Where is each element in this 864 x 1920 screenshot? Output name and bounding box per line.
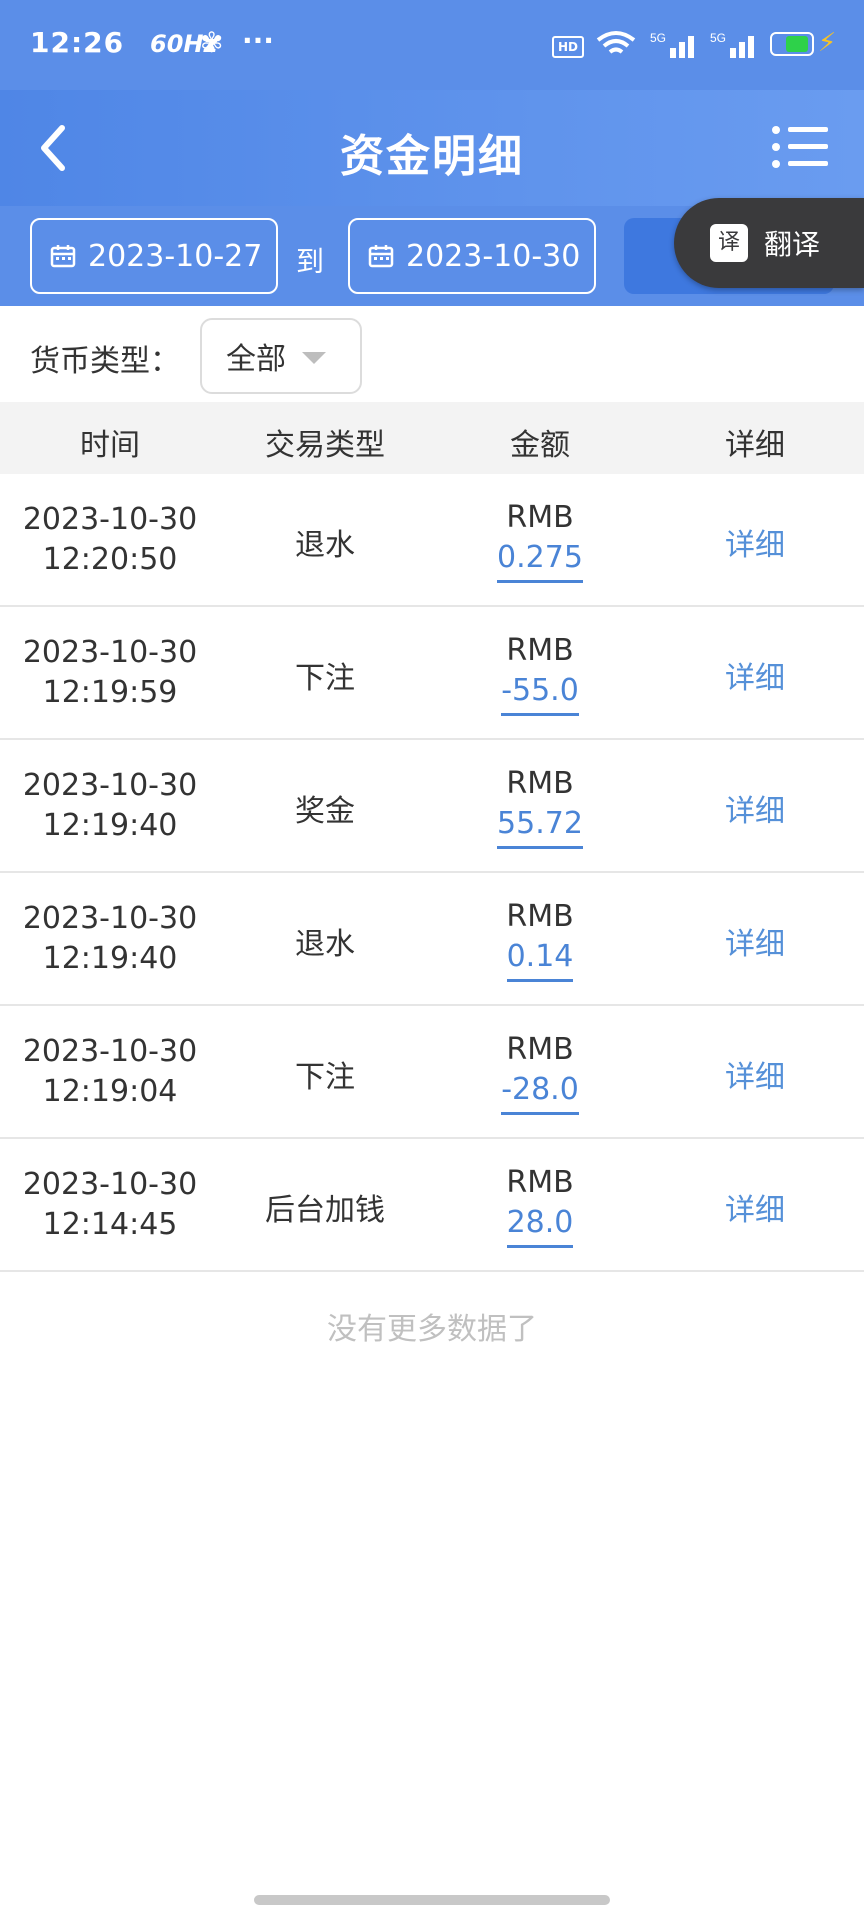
end-date-picker[interactable]: 2023-10-30 (348, 218, 596, 294)
row-currency: RMB (506, 899, 574, 934)
row-time-text: 12:19:40 (42, 941, 178, 976)
table-row: 2023-10-30 12:19:40 奖金 RMB 55.72 详细 (0, 740, 864, 873)
row-amount-value[interactable]: -55.0 (501, 671, 579, 716)
date-separator: 到 (296, 245, 325, 278)
row-amount-value[interactable]: 55.72 (497, 804, 583, 849)
transaction-list: 2023-10-30 12:20:50 退水 RMB 0.275 详细 2023… (0, 474, 864, 1272)
caret-down-icon (302, 352, 326, 364)
row-amount-value[interactable]: 0.14 (506, 937, 574, 982)
header-detail: 详细 (725, 428, 785, 463)
row-amount: RMB 55.72 (440, 764, 640, 849)
row-date-text: 2023-10-30 (22, 635, 198, 670)
end-date-text: 2023-10-30 (406, 238, 581, 274)
status-time: 12:26 (30, 26, 125, 59)
no-more-data-text: 没有更多数据了 (327, 1312, 537, 1347)
more-notifications-icon: ··· (242, 24, 274, 57)
row-type: 下注 (295, 661, 355, 696)
row-amount: RMB 28.0 (440, 1163, 640, 1248)
signal-icon: 5G (650, 31, 694, 58)
row-date-text: 2023-10-30 (22, 502, 198, 537)
row-detail-link[interactable]: 详细 (660, 653, 850, 697)
calendar-icon (50, 245, 76, 268)
charging-icon: ⚡ (818, 28, 837, 58)
row-time: 2023-10-30 12:20:50 (0, 500, 220, 580)
header-time: 时间 (80, 428, 140, 463)
row-currency: RMB (506, 500, 574, 535)
row-detail-link[interactable]: 详细 (660, 1052, 850, 1096)
row-detail-link[interactable]: 详细 (660, 919, 850, 963)
row-time: 2023-10-30 12:19:40 (0, 899, 220, 979)
table-row: 2023-10-30 12:19:04 下注 RMB -28.0 详细 (0, 1006, 864, 1139)
row-time: 2023-10-30 12:19:40 (0, 766, 220, 846)
row-type: 退水 (295, 927, 355, 962)
row-currency: RMB (506, 1165, 574, 1200)
table-row: 2023-10-30 12:20:50 退水 RMB 0.275 详细 (0, 474, 864, 607)
row-detail-link[interactable]: 详细 (660, 786, 850, 830)
home-indicator[interactable] (254, 1895, 610, 1905)
start-date-picker[interactable]: 2023-10-27 (30, 218, 278, 294)
row-amount-value[interactable]: 28.0 (506, 1203, 574, 1248)
row-date-text: 2023-10-30 (22, 768, 198, 803)
currency-label: 货币类型： (30, 344, 180, 379)
table-row: 2023-10-30 12:19:40 退水 RMB 0.14 详细 (0, 873, 864, 1006)
start-date-text: 2023-10-27 (88, 238, 263, 274)
hd-badge: HD (552, 36, 584, 58)
translate-label: 翻译 (764, 228, 821, 261)
row-currency: RMB (506, 766, 574, 801)
row-detail-link[interactable]: 详细 (660, 1185, 850, 1229)
row-amount: RMB 0.14 (440, 897, 640, 982)
battery-icon (770, 32, 814, 56)
row-date-text: 2023-10-30 (22, 1167, 198, 1202)
translate-icon: 译 (710, 224, 748, 262)
row-type: 后台加钱 (265, 1193, 385, 1228)
row-time: 2023-10-30 12:19:04 (0, 1032, 220, 1112)
table-header: 时间 交易类型 金额 详细 (0, 402, 864, 474)
translate-button[interactable]: 译 翻译 (674, 198, 864, 288)
fan-icon: ✾ (200, 26, 224, 59)
screen: 12:26 60Hz ✾ ··· HD 5G 5G ⚡ 资金明细 2023-10… (0, 0, 864, 1920)
calendar-icon (368, 245, 394, 268)
row-time: 2023-10-30 12:14:45 (0, 1165, 220, 1245)
table-row: 2023-10-30 12:19:59 下注 RMB -55.0 详细 (0, 607, 864, 740)
row-time-text: 12:19:04 (42, 1074, 178, 1109)
row-date-text: 2023-10-30 (22, 1034, 198, 1069)
status-bar: 12:26 60Hz ✾ ··· HD 5G 5G ⚡ (0, 0, 864, 90)
row-time-text: 12:14:45 (42, 1207, 178, 1242)
row-amount-value[interactable]: -28.0 (501, 1070, 579, 1115)
row-amount: RMB -28.0 (440, 1030, 640, 1115)
table-row: 2023-10-30 12:14:45 后台加钱 RMB 28.0 详细 (0, 1139, 864, 1272)
row-date-text: 2023-10-30 (22, 901, 198, 936)
signal-label: 5G (650, 31, 666, 45)
header-type: 交易类型 (265, 428, 385, 463)
signal-label-2: 5G (710, 31, 726, 45)
row-detail-link[interactable]: 详细 (660, 520, 850, 564)
row-time: 2023-10-30 12:19:59 (0, 633, 220, 713)
row-time-text: 12:20:50 (42, 542, 178, 577)
row-type: 退水 (295, 528, 355, 563)
currency-selected: 全部 (226, 342, 286, 377)
row-amount: RMB 0.275 (440, 498, 640, 583)
list-menu-icon[interactable] (770, 122, 830, 172)
row-amount: RMB -55.0 (440, 631, 640, 716)
row-time-text: 12:19:40 (42, 808, 178, 843)
row-time-text: 12:19:59 (42, 675, 178, 710)
row-type: 奖金 (295, 794, 355, 829)
row-currency: RMB (506, 633, 574, 668)
header-amount: 金额 (510, 428, 570, 463)
currency-filter-row: 货币类型： 全部 (0, 306, 864, 402)
title-bar: 资金明细 (0, 90, 864, 206)
row-amount-value[interactable]: 0.275 (497, 538, 583, 583)
row-type: 下注 (295, 1060, 355, 1095)
wifi-icon (596, 31, 636, 54)
row-currency: RMB (506, 1032, 574, 1067)
signal-icon-2: 5G (710, 31, 754, 58)
currency-dropdown[interactable]: 全部 (200, 318, 362, 394)
page-title: 资金明细 (340, 131, 524, 182)
